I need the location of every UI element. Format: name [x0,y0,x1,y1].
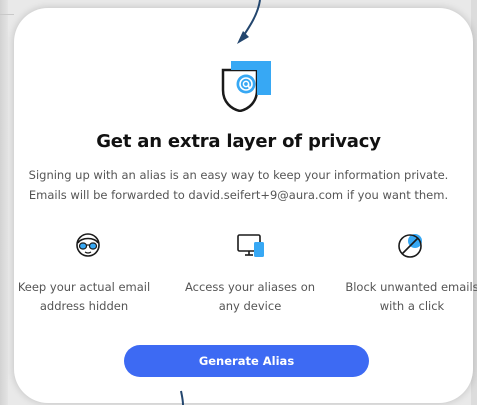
dialog-description: Signing up with an alias is an easy way … [0,165,477,205]
feature-devices-line-1: Access your aliases on [184,280,316,294]
block-icon [396,230,426,260]
feature-block-line-1: Block unwanted emails [345,280,477,294]
description-line-1: Signing up with an alias is an easy way … [28,168,449,182]
dialog-title: Get an extra layer of privacy [96,131,381,152]
feature-text-block: Block unwanted emails with a click [332,278,477,316]
feature-block-line-2: with a click [379,299,445,313]
feature-hide-email-line-2: address hidden [39,299,129,313]
feature-text-devices: Access your aliases on any device [160,278,340,316]
background-divider [0,14,14,15]
devices-icon [236,232,266,260]
description-line-2: Emails will be forwarded to david.seifer… [28,188,449,202]
feature-text-hide-email: Keep your actual email address hidden [0,278,176,316]
shield-at-icon [219,60,277,113]
feature-hide-email-line-1: Keep your actual email [17,280,151,294]
feature-devices-line-2: any device [218,299,282,313]
generate-alias-button[interactable]: Generate Alias [124,345,369,377]
incognito-face-icon [75,232,101,258]
